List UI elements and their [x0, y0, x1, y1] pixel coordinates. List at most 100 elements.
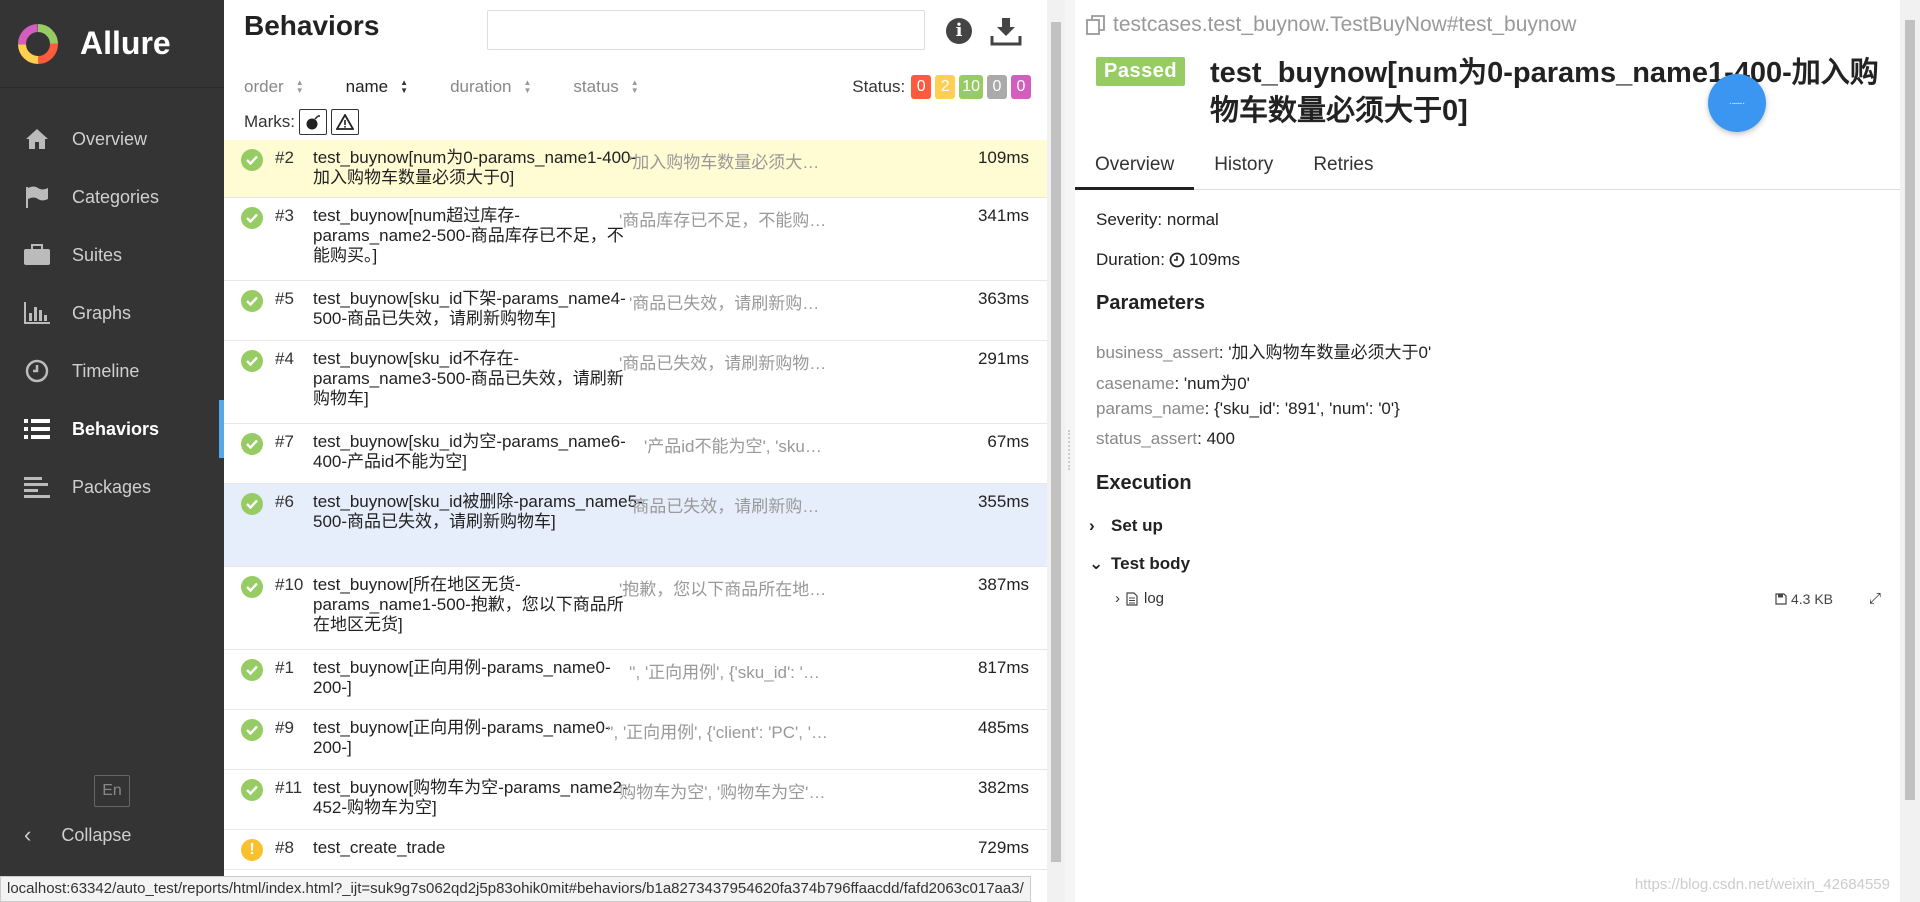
parameter-separator: :: [1174, 374, 1184, 393]
status-failed-count[interactable]: 0: [911, 75, 932, 99]
test-order-number: #4: [275, 349, 294, 368]
sidebar-item-timeline[interactable]: Timeline: [0, 342, 224, 400]
sort-order[interactable]: order ▲ ▼: [244, 77, 304, 97]
test-list-item[interactable]: #1 test_buynow[正向用例-params_name0-200-] '',…: [224, 650, 1047, 710]
severity: Severity: normal: [1096, 210, 1219, 230]
tab-overview[interactable]: Overview: [1075, 146, 1195, 190]
download-icon[interactable]: [990, 16, 1022, 46]
sidebar-item-overview[interactable]: Overview: [0, 110, 224, 168]
test-parameters: '商品库存已不足，不能购买。', 'num超过...: [619, 211, 829, 230]
test-list-item[interactable]: #7 test_buynow[sku_id为空-params_name6-400-…: [224, 424, 1047, 484]
parameter-separator: :: [1204, 399, 1215, 418]
warning-icon: [336, 114, 354, 130]
sort-status[interactable]: status ▲ ▼: [573, 77, 638, 97]
status-unknown-count[interactable]: 0: [1011, 75, 1031, 99]
info-icon[interactable]: i: [946, 18, 972, 44]
sidebar-item-suites[interactable]: Suites: [0, 226, 224, 284]
test-name: test_create_trade: [313, 838, 446, 857]
browser-status-url: localhost:63342/auto_test/reports/html/i…: [0, 876, 1031, 902]
new-failed-mark-button[interactable]: [331, 109, 359, 135]
scrollbar-thumb[interactable]: [1051, 22, 1061, 862]
test-name: test_buynow[sku_id下架-params_name4-500-商品…: [313, 289, 626, 328]
detail-tabs: Overview History Retries: [1075, 146, 1900, 190]
test-list-item[interactable]: #4 test_buynow[sku_id不存在-params_name3-500…: [224, 341, 1047, 424]
parameter-value: '加入购物车数量必须大于0': [1228, 343, 1432, 362]
status-broken-count[interactable]: 2: [935, 75, 956, 99]
brand-name: Allure: [80, 25, 171, 61]
test-duration: 485ms: [977, 718, 1029, 737]
test-parameters: '商品已失效，请刷新购物车', 'sku_id不...: [619, 354, 829, 373]
test-parameters: '抱歉，您以下商品所在地区无货', '所在...: [619, 580, 829, 599]
test-order-number: #7: [275, 432, 294, 451]
list-scrollbar[interactable]: [1047, 0, 1065, 902]
tab-history[interactable]: History: [1194, 146, 1293, 190]
tab-retries[interactable]: Retries: [1293, 146, 1393, 190]
status-passed-count[interactable]: 10: [959, 75, 983, 99]
test-list-item[interactable]: #11 test_buynow[购物车为空-params_name2-452-购物…: [224, 770, 1047, 830]
test-order-number: #1: [275, 658, 294, 677]
behaviors-pane: Behaviors i order ▲ ▼ name ▲ ▼ duration ▲ ▼ st…: [224, 0, 1047, 902]
status-skipped-count[interactable]: 0: [987, 75, 1007, 99]
pane-header: Behaviors i: [224, 0, 1047, 70]
test-path: testcases.test_buynow.TestBuyNow#test_bu…: [1085, 13, 1576, 37]
test-title: test_buynow[num为0-params_name1-400-加入购物车…: [1210, 57, 1879, 127]
test-list-item[interactable]: ! #8 test_create_trade 729ms: [224, 830, 1047, 870]
test-parameters: '', '正向用例', {'sku_id': '891', 'num': '1'…: [629, 663, 829, 682]
test-list-item[interactable]: #2 test_buynow[num为0-params_name1-400-加入购…: [224, 140, 1047, 198]
test-order-number: #11: [275, 778, 303, 797]
test-list-item[interactable]: #5 test_buynow[sku_id下架-params_name4-500-…: [224, 281, 1047, 341]
expand-icon[interactable]: ⤢: [1869, 590, 1881, 607]
sidebar-item-packages[interactable]: Packages: [0, 458, 224, 516]
sidebar-item-categories[interactable]: Categories: [0, 168, 224, 226]
status-passed-icon: [241, 493, 263, 515]
sidebar-item-graphs[interactable]: Graphs: [0, 284, 224, 342]
parameter-key: business_assert: [1096, 343, 1219, 362]
test-order-number: #5: [275, 289, 294, 308]
sort-duration[interactable]: duration ▲ ▼: [450, 77, 531, 97]
test-order-number: #3: [275, 206, 294, 225]
testbody-section[interactable]: ⌄ Test body: [1089, 554, 1190, 574]
parameter-row: casename: 'num为0': [1096, 369, 1250, 394]
search-input[interactable]: [487, 10, 925, 50]
test-duration: 67ms: [987, 432, 1029, 451]
sidebar-item-label: Graphs: [72, 302, 132, 323]
test-list-item[interactable]: #10 test_buynow[所在地区无货-params_name1-500-抱…: [224, 567, 1047, 650]
test-duration: 341ms: [977, 206, 1029, 225]
log-size: 4.3 KB: [1775, 591, 1833, 607]
sort-duration-label: duration: [450, 77, 512, 96]
language-button[interactable]: En: [94, 775, 130, 807]
briefcase-icon: [22, 241, 52, 269]
test-list-item[interactable]: #9 test_buynow[正向用例-params_name0-200-] '',…: [224, 710, 1047, 770]
copy-icon[interactable]: [1085, 14, 1107, 36]
sidebar-nav: Overview Categories Suites Graphs Timeli…: [0, 110, 224, 516]
test-order-number: #10: [275, 575, 304, 594]
test-name: test_buynow[sku_id不存在-params_name3-500-商…: [313, 349, 624, 408]
sidebar-item-behaviors[interactable]: Behaviors: [0, 400, 224, 458]
test-name: test_buynow[正向用例-params_name0-200-]: [313, 718, 611, 757]
scrollbar-thumb[interactable]: [1905, 20, 1915, 800]
bar-chart-icon: [22, 299, 52, 327]
setup-section[interactable]: › Set up: [1089, 516, 1163, 536]
duration-value: 109ms: [1188, 250, 1241, 269]
brand[interactable]: Allure: [0, 0, 224, 88]
status-passed-icon: [241, 719, 263, 741]
duration-label: Duration:: [1096, 250, 1165, 269]
status-passed-icon: [241, 350, 263, 372]
test-list-item[interactable]: #3 test_buynow[num超过库存-params_name2-500-商…: [224, 198, 1047, 281]
sort-name[interactable]: name ▲ ▼: [346, 77, 408, 97]
clock-icon: [22, 357, 52, 385]
status-broken-icon: !: [241, 839, 263, 861]
collapse-button[interactable]: ‹ Collapse: [24, 822, 131, 848]
log-attachment[interactable]: › log 4.3 KB ⤢: [1115, 590, 1895, 607]
test-order-number: #2: [275, 148, 294, 167]
flaky-mark-button[interactable]: [299, 109, 327, 135]
test-order-number: #6: [275, 492, 294, 511]
test-order-number: #8: [275, 838, 294, 857]
status-label: Status:: [852, 77, 906, 96]
test-duration: 363ms: [977, 289, 1029, 308]
detail-scrollbar[interactable]: [1900, 0, 1920, 902]
pane-splitter[interactable]: [1065, 0, 1075, 902]
test-list-item[interactable]: #6 test_buynow[sku_id被删除-params_name5-500…: [224, 484, 1047, 567]
floating-assistant-icon[interactable]: ·—·: [1708, 74, 1766, 132]
test-duration: 291ms: [977, 349, 1029, 368]
